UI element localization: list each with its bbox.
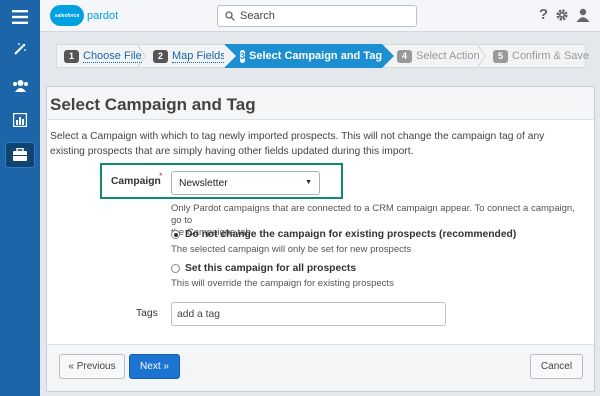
- radio-unselected-icon[interactable]: [171, 264, 180, 273]
- next-button[interactable]: Next »: [129, 354, 180, 379]
- step-number: 3: [240, 49, 246, 63]
- hamburger-menu-icon[interactable]: [5, 4, 35, 30]
- marketing-briefcase-icon[interactable]: [5, 142, 35, 168]
- radio-hint: This will override the campaign for exis…: [171, 278, 394, 289]
- user-avatar-icon[interactable]: [576, 8, 590, 22]
- prospects-icon[interactable]: [5, 72, 35, 98]
- wizard-step-choose-file[interactable]: 1 Choose File: [64, 44, 142, 68]
- help-icon[interactable]: ?: [539, 6, 548, 23]
- campaign-tag-panel: Select Campaign and Tag Select a Campaig…: [46, 86, 595, 392]
- intro-text: Select a Campaign with which to tag newl…: [50, 131, 545, 157]
- step-label: Confirm & Save: [512, 50, 590, 62]
- wizard-step-map-fields[interactable]: 2 Map Fields: [153, 44, 226, 68]
- import-wizard-steps: 1 Choose File 2 Map Fields 3 Select Camp…: [56, 44, 589, 68]
- wizard-step-select-campaign[interactable]: 3 Select Campaign and Tag: [224, 44, 394, 68]
- product-name: pardot: [87, 9, 119, 22]
- pardot-logo[interactable]: salesforce pardot: [50, 5, 118, 26]
- panel-header: Select Campaign and Tag: [47, 87, 594, 120]
- radio-set-for-all[interactable]: Set this campaign for all prospects: [171, 263, 356, 274]
- campaign-select[interactable]: Newsletter ▼: [171, 171, 320, 195]
- step-number: 2: [153, 49, 168, 63]
- step-label: Choose File: [83, 49, 142, 63]
- salesforce-logo-text: salesforce: [54, 12, 80, 19]
- step-label: Select Action: [416, 50, 480, 62]
- top-icons: ?: [539, 6, 590, 23]
- radio-do-not-change[interactable]: Do not change the campaign for existing …: [171, 229, 516, 240]
- search-placeholder: Search: [240, 10, 275, 22]
- campaign-selected-value: Newsletter: [179, 178, 228, 189]
- panel-footer: « Previous Next » Cancel: [47, 344, 594, 391]
- step-label: Map Fields: [172, 49, 226, 63]
- search-input[interactable]: Search: [217, 5, 417, 27]
- step-number: 4: [397, 49, 412, 63]
- required-marker: *: [159, 171, 163, 181]
- top-bar: salesforce pardot Search ?: [40, 0, 600, 32]
- dropdown-caret-icon: ▼: [305, 179, 312, 186]
- campaign-hint-line: Only Pardot campaigns that are connected…: [171, 203, 575, 226]
- reports-icon[interactable]: [5, 107, 35, 133]
- campaign-label: Campaign: [111, 176, 161, 187]
- step-number: 1: [64, 49, 79, 63]
- gear-icon[interactable]: [555, 8, 569, 22]
- radio-selected-icon[interactable]: [171, 230, 180, 239]
- radio-hint: The selected campaign will only be set f…: [171, 244, 412, 255]
- step-label: Select Campaign and Tag: [249, 50, 383, 62]
- tags-label: Tags: [136, 308, 158, 319]
- magic-wand-icon[interactable]: [5, 36, 35, 62]
- left-sidebar: [0, 0, 40, 396]
- wizard-step-confirm-save: 5 Confirm & Save: [493, 44, 589, 68]
- previous-button[interactable]: « Previous: [59, 354, 125, 379]
- step-separator-icon: [136, 44, 146, 68]
- search-icon: [225, 11, 235, 21]
- step-number: 5: [493, 49, 508, 63]
- cancel-button[interactable]: Cancel: [530, 354, 583, 379]
- step-separator-icon: [476, 44, 486, 68]
- salesforce-cloud-logo: salesforce: [50, 5, 84, 26]
- page-title: Select Campaign and Tag: [50, 95, 256, 114]
- tags-placeholder: add a tag: [177, 309, 220, 320]
- radio-label: Do not change the campaign for existing …: [185, 229, 517, 240]
- wizard-step-select-action: 4 Select Action: [397, 44, 480, 68]
- radio-label: Set this campaign for all prospects: [185, 263, 357, 274]
- tags-input[interactable]: add a tag: [171, 302, 446, 326]
